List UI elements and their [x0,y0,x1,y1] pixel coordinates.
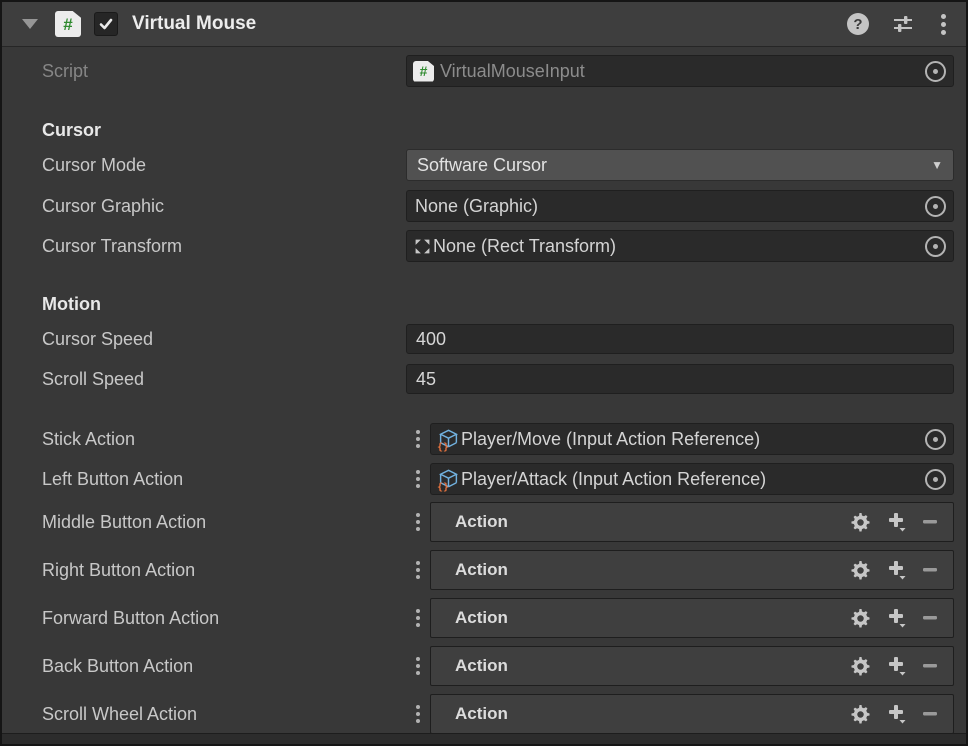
field-label: Left Button Action [42,469,406,490]
inspector-component-panel: # Virtual Mouse ? Script [0,0,968,746]
cursor-transform-object-field[interactable]: None (Rect Transform) [406,230,954,262]
action-bar: Action [430,694,954,734]
cursor-speed-input[interactable] [406,324,954,354]
script-value: VirtualMouseInput [438,61,917,82]
property-kebab-icon[interactable] [406,568,430,572]
object-value: Player/Attack (Input Action Reference) [459,469,917,490]
object-picker-icon[interactable] [925,236,946,257]
row-stick-action: Stick Action [2,424,954,454]
property-kebab-icon[interactable] [406,520,430,524]
action-bar: Action [430,550,954,590]
object-value: None (Graphic) [407,196,917,217]
action-settings-gear-icon[interactable] [850,704,871,725]
row-cursor-transform: Cursor Transform None (Rect Transform) [2,231,954,261]
property-kebab-icon[interactable] [406,437,430,441]
help-icon[interactable]: ? [847,13,869,35]
action-settings-gear-icon[interactable] [850,656,871,677]
dropdown-value: Software Cursor [407,155,931,176]
inspector-bottom-edge [2,733,966,744]
property-kebab-icon[interactable] [406,477,430,481]
action-bar: Action [430,598,954,638]
cursor-graphic-object-field[interactable]: None (Graphic) [406,190,954,222]
field-label: Forward Button Action [42,608,406,629]
property-kebab-icon[interactable] [406,616,430,620]
section-title-motion: Motion [2,294,966,315]
chevron-down-icon: ▼ [931,158,953,172]
property-kebab-icon[interactable] [406,664,430,668]
action-bar-title: Action [431,512,850,532]
add-binding-plus-icon[interactable] [887,656,907,676]
check-icon [98,16,114,32]
row-cursor-mode: Cursor Mode Software Cursor ▼ [2,150,954,180]
rect-transform-icon [414,238,431,255]
remove-minus-icon[interactable] [923,568,937,572]
field-label: Script [42,61,406,82]
row-forward-button-action: Forward Button Action Action [2,598,954,638]
row-scroll-wheel-action: Scroll Wheel Action Action [2,694,954,734]
cursor-mode-dropdown[interactable]: Software Cursor ▼ [406,149,954,181]
field-label: Back Button Action [42,656,406,677]
add-binding-plus-icon[interactable] [887,608,907,628]
add-binding-plus-icon[interactable] [887,560,907,580]
remove-minus-icon[interactable] [923,664,937,668]
input-action-asset-icon: {} [438,469,459,490]
input-action-asset-icon: {} [438,429,459,450]
remove-minus-icon[interactable] [923,520,937,524]
field-label: Middle Button Action [42,512,406,533]
row-script: Script # VirtualMouseInput [2,56,954,86]
kebab-menu-icon[interactable] [941,22,946,27]
action-bar: Action [430,646,954,686]
object-value: None (Rect Transform) [431,236,917,257]
foldout-arrow-icon[interactable] [22,19,38,29]
presets-icon[interactable] [891,13,915,35]
add-binding-plus-icon[interactable] [887,512,907,532]
csharp-script-icon: # [55,11,81,37]
left-button-action-object-field[interactable]: {} Player/Attack (Input Action Reference… [430,463,954,495]
row-scroll-speed: Scroll Speed [2,364,954,394]
object-picker-icon[interactable] [925,469,946,490]
field-label: Cursor Mode [42,155,406,176]
section-title-cursor: Cursor [2,120,966,141]
action-bar-title: Action [431,560,850,580]
action-bar-title: Action [431,704,850,724]
action-settings-gear-icon[interactable] [850,560,871,581]
component-title: Virtual Mouse [132,13,847,35]
object-value: Player/Move (Input Action Reference) [459,429,917,450]
field-label: Cursor Graphic [42,196,406,217]
row-left-button-action: Left Button Action [2,464,954,494]
action-bar-title: Action [431,608,850,628]
component-body: Script # VirtualMouseInput Cursor Cursor… [2,47,966,734]
field-label: Scroll Speed [42,369,406,390]
field-label: Right Button Action [42,560,406,581]
script-object-field: # VirtualMouseInput [406,55,954,87]
field-label: Cursor Transform [42,236,406,257]
row-right-button-action: Right Button Action Action [2,550,954,590]
remove-minus-icon[interactable] [923,616,937,620]
action-settings-gear-icon[interactable] [850,512,871,533]
object-picker-icon[interactable] [925,196,946,217]
row-cursor-speed: Cursor Speed [2,324,954,354]
object-picker-icon[interactable] [925,429,946,450]
csharp-script-icon: # [413,61,434,82]
action-settings-gear-icon[interactable] [850,608,871,629]
property-kebab-icon[interactable] [406,712,430,716]
field-label: Scroll Wheel Action [42,704,406,725]
stick-action-object-field[interactable]: {} Player/Move (Input Action Reference) [430,423,954,455]
row-back-button-action: Back Button Action Action [2,646,954,686]
row-cursor-graphic: Cursor Graphic None (Graphic) [2,191,954,221]
script-hash-glyph: # [63,16,72,33]
add-binding-plus-icon[interactable] [887,704,907,724]
component-header: # Virtual Mouse ? [2,2,966,47]
enabled-checkbox[interactable] [94,12,118,36]
action-bar-title: Action [431,656,850,676]
scroll-speed-input[interactable] [406,364,954,394]
field-label: Cursor Speed [42,329,406,350]
row-middle-button-action: Middle Button Action Action [2,502,954,542]
remove-minus-icon[interactable] [923,712,937,716]
object-picker-icon[interactable] [925,61,946,82]
field-label: Stick Action [42,429,406,450]
action-bar: Action [430,502,954,542]
